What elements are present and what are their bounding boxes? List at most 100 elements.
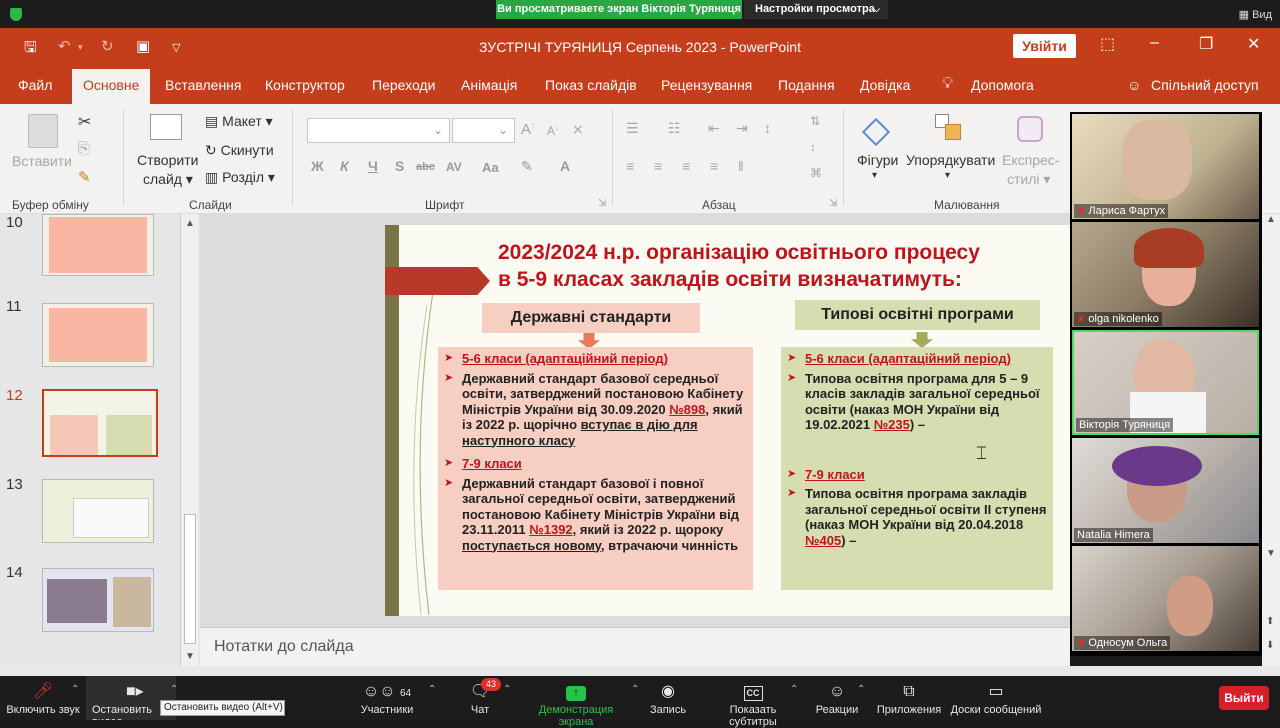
paste-button[interactable]: Вставити — [12, 153, 72, 169]
font-size-select[interactable]: ⌄ — [452, 118, 515, 143]
change-case-button[interactable]: Aa — [482, 160, 499, 175]
chevron-up-icon[interactable]: ⌃ — [857, 684, 865, 695]
bold-button[interactable]: Ж — [311, 158, 324, 174]
slide-thumbnail-13[interactable] — [42, 479, 154, 543]
sign-in-button[interactable]: Увійти — [1013, 34, 1076, 58]
video-tile[interactable]: ✘ Односум Ольга — [1072, 546, 1259, 651]
restore-icon[interactable]: ❐ — [1199, 34, 1213, 54]
quick-styles-icon[interactable] — [1015, 114, 1047, 144]
apps-button[interactable]: ⧉ Приложения — [875, 676, 943, 720]
copy-icon[interactable]: ⎘ — [78, 140, 90, 157]
chevron-up-icon[interactable]: ⌃ — [790, 684, 798, 695]
italic-button[interactable]: К — [340, 158, 349, 174]
line-spacing-icon[interactable]: ↕ — [764, 120, 771, 136]
minimize-icon[interactable]: – — [1150, 34, 1159, 52]
slide-thumbnail-10[interactable] — [42, 214, 154, 276]
video-tile[interactable]: Natalia Himera — [1072, 438, 1259, 543]
reactions-button[interactable]: ☺ Реакции — [815, 676, 859, 720]
scroll-down-icon[interactable]: ▼ — [1266, 548, 1276, 559]
tab-view[interactable]: Подання — [778, 77, 835, 93]
shapes-icon[interactable] — [861, 114, 894, 147]
layout-button[interactable]: ▤ Макет ▾ — [205, 113, 273, 130]
align-text-icon[interactable]: ↕ — [810, 140, 816, 154]
slide-thumbnail-11[interactable] — [42, 303, 154, 367]
tab-tell-me[interactable]: Допомога — [971, 77, 1034, 93]
tab-animations[interactable]: Анімація — [461, 77, 517, 93]
strikethrough-button[interactable]: abc — [416, 161, 435, 173]
tab-design[interactable]: Конструктор — [265, 77, 345, 93]
leave-meeting-button[interactable]: Выйти — [1219, 686, 1269, 710]
highlight-icon[interactable]: ✎ — [521, 158, 533, 175]
scrollbar-thumb[interactable] — [184, 514, 196, 644]
thumbnail-scrollbar[interactable]: ▲ ▼ — [180, 214, 198, 666]
tab-slideshow[interactable]: Показ слайдів — [545, 77, 637, 93]
view-settings-button[interactable]: Настройки просмотра ⌵ — [744, 0, 888, 19]
tab-insert[interactable]: Вставлення — [165, 77, 242, 93]
tab-review[interactable]: Рецензування — [661, 77, 752, 93]
video-tile[interactable]: ✘ Лариса Фартух — [1072, 114, 1259, 219]
whiteboards-button[interactable]: ▭ Доски сообщений — [950, 676, 1042, 720]
arrange-icon[interactable] — [935, 114, 965, 144]
shapes-button[interactable]: Фігури — [857, 152, 898, 168]
close-icon[interactable]: ✕ — [1247, 34, 1260, 54]
ribbon-display-icon[interactable]: ⬚ — [1100, 34, 1115, 54]
new-slide-icon[interactable] — [150, 114, 182, 140]
align-right-icon[interactable]: ≡ — [682, 158, 690, 174]
shadow-button[interactable]: S — [395, 158, 404, 174]
tab-help[interactable]: Довідка — [860, 77, 910, 93]
quick-styles-button[interactable]: Експрес- — [1002, 152, 1059, 168]
view-button[interactable]: ▦ Вид — [1239, 8, 1272, 21]
chevron-up-icon[interactable]: ⌃ — [428, 684, 436, 695]
chevron-up-icon[interactable]: ⌃ — [170, 684, 178, 695]
video-tile[interactable]: ✘ olga nikolenko — [1072, 222, 1259, 327]
numbering-icon[interactable]: ☷ — [668, 120, 681, 137]
tab-transitions[interactable]: Переходи — [372, 77, 435, 93]
chevron-up-icon[interactable]: ⌃ — [631, 684, 639, 695]
increase-indent-icon[interactable]: ⇥ — [736, 120, 748, 137]
cut-icon[interactable]: ✂ — [78, 112, 91, 132]
captions-button[interactable]: CC Показать субтитры — [705, 676, 801, 728]
slide-scrollbar[interactable]: ▲ ▼ ⬆ ⬇ — [1262, 214, 1280, 666]
paste-icon[interactable] — [28, 114, 58, 148]
decrease-indent-icon[interactable]: ⇤ — [708, 120, 720, 137]
char-spacing-button[interactable]: AV — [446, 160, 462, 174]
font-color-icon[interactable]: A — [560, 158, 570, 174]
smartart-icon[interactable]: ⌘ — [810, 166, 822, 180]
share-screen-button[interactable]: ↑ Демонстрация экрана — [520, 676, 632, 728]
previous-slide-icon[interactable]: ⬆ — [1266, 616, 1274, 627]
dialog-launcher-icon[interactable]: ⇲ — [829, 198, 837, 209]
section-button[interactable]: ▥ Розділ ▾ — [205, 169, 275, 186]
scroll-down-icon[interactable]: ▼ — [185, 651, 195, 662]
format-painter-icon[interactable]: ✎ — [78, 168, 91, 186]
dialog-launcher-icon[interactable]: ⇲ — [598, 198, 606, 209]
chevron-up-icon[interactable]: ⌃ — [503, 684, 511, 695]
next-slide-icon[interactable]: ⬇ — [1266, 640, 1274, 651]
align-left-icon[interactable]: ≡ — [626, 158, 634, 174]
tab-home[interactable]: Основне — [72, 69, 151, 104]
text-direction-icon[interactable]: ⇅ — [810, 114, 820, 128]
underline-button[interactable]: Ч — [368, 158, 378, 174]
tab-file[interactable]: Файл — [18, 77, 52, 93]
align-center-icon[interactable]: ≡ — [654, 158, 662, 174]
font-family-select[interactable]: ⌄ — [307, 118, 450, 143]
scroll-up-icon[interactable]: ▲ — [185, 218, 195, 229]
record-button[interactable]: ◉ Запись — [647, 676, 689, 720]
scroll-up-icon[interactable]: ▲ — [1266, 214, 1276, 225]
slide-thumbnail-14[interactable] — [42, 568, 154, 632]
share-button[interactable]: Спільний доступ — [1151, 77, 1259, 93]
new-slide-button[interactable]: Створити — [137, 152, 198, 168]
chevron-up-icon[interactable]: ⌃ — [71, 684, 79, 695]
slide-canvas[interactable]: 2023/2024 н.р. організацію освітнього пр… — [385, 225, 1070, 616]
grow-font-icon[interactable]: A↑ — [521, 121, 535, 138]
arrange-button[interactable]: Упорядкувати — [906, 152, 995, 168]
reset-button[interactable]: ↻ Скинути — [205, 142, 274, 159]
video-tile-active-speaker[interactable]: Вікторія Туряниця — [1072, 330, 1259, 435]
participants-button[interactable]: ☺☺ 64 Участники — [355, 676, 419, 720]
slide-thumbnail-12[interactable] — [42, 389, 158, 457]
columns-icon[interactable]: ‖ — [738, 158, 744, 174]
shrink-font-icon[interactable]: A↓ — [547, 123, 559, 138]
unmute-button[interactable]: 🎤︎ Включить звук — [2, 676, 84, 720]
justify-icon[interactable]: ≡ — [710, 158, 718, 174]
clear-format-icon[interactable]: ⨯ — [572, 121, 584, 138]
bullets-icon[interactable]: ☰ — [626, 120, 639, 137]
